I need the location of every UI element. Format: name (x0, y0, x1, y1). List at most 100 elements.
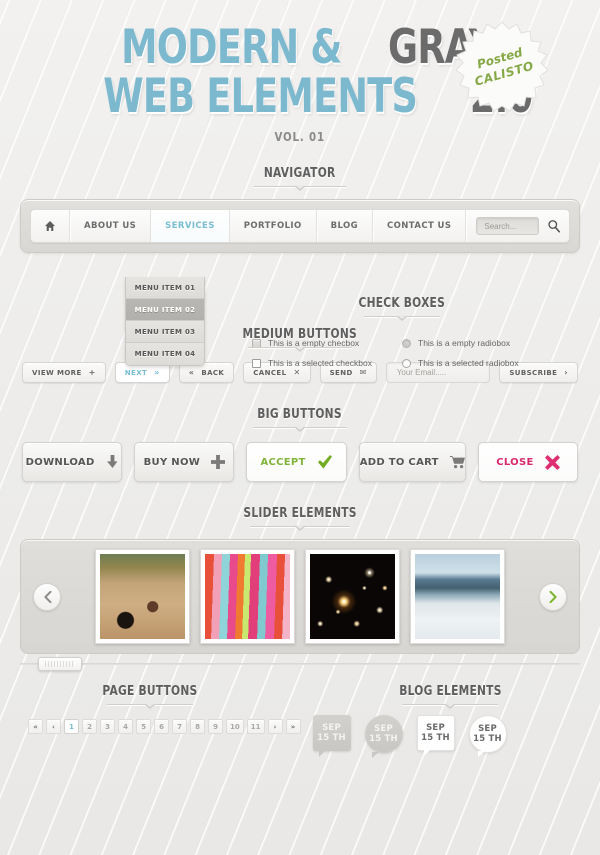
blog-date-square-gray[interactable]: SEP 15 TH (312, 715, 351, 758)
pagination-last[interactable]: » (285, 719, 301, 735)
button-label: BACK (201, 368, 225, 377)
pagination-page-11[interactable]: 11 (246, 719, 265, 735)
pagination-page-1[interactable]: 1 (64, 719, 79, 735)
pagination-page-6[interactable]: 6 (154, 719, 169, 735)
slider-thumb-4[interactable] (410, 549, 505, 645)
section-rule (402, 703, 499, 710)
pagination-page-2[interactable]: 2 (82, 719, 97, 735)
blog-date-circle-white[interactable]: SEP 15 TH (468, 715, 507, 758)
search-input[interactable]: Search... (476, 217, 539, 236)
button-label: BUY NOW (143, 456, 201, 468)
section-notch (294, 346, 306, 353)
nav-item-home[interactable] (31, 210, 70, 243)
view-more-button[interactable]: VIEW MORE + (22, 362, 106, 384)
slider-thumb-1[interactable] (95, 549, 190, 645)
motocross-bike-photo (100, 554, 185, 640)
pagination-page-10[interactable]: 10 (226, 719, 244, 735)
nav-item-portfolio[interactable]: PORTFOLIO (230, 210, 317, 243)
blog-elements-column: BLOG ELEMENTS SEP 15 TH SEP 15 TH SEP 15… (301, 682, 600, 759)
section-notch (444, 703, 457, 710)
checkbox-label: This is a selected checkbox (268, 358, 372, 368)
pagination-page-5[interactable]: 5 (136, 719, 151, 735)
pagination-first[interactable]: « (28, 719, 43, 735)
slider-container (20, 539, 580, 655)
section-rule (364, 315, 440, 321)
dropdown-item-2[interactable]: MENU ITEM 02 (126, 299, 204, 321)
section-header-medium-buttons: MEDIUM BUTTONS (0, 325, 600, 353)
slider-prev-button[interactable] (33, 582, 61, 611)
pagination-page-7[interactable]: 7 (172, 719, 187, 735)
pagination-next[interactable]: › (267, 719, 283, 735)
checkbox-selected-icon[interactable] (252, 358, 261, 368)
blog-month: SEP (322, 723, 341, 734)
cart-icon (449, 455, 465, 469)
blog-date-circle-gray[interactable]: SEP 15 TH (364, 715, 403, 759)
pagination-page-9[interactable]: 9 (208, 719, 223, 735)
checkbox-row-selected-radio[interactable]: This is a selected radiobox (402, 353, 552, 373)
check-icon (317, 455, 333, 470)
section-title-blog-elements: BLOG ELEMENTS (399, 684, 502, 700)
blog-month: SEP (374, 724, 393, 735)
slider-thumb-3[interactable] (305, 549, 400, 645)
chevron-right-icon (549, 590, 557, 603)
blog-day: 15 TH (473, 734, 502, 745)
button-label: NEXT (124, 368, 148, 377)
slider-thumbnails (61, 549, 539, 645)
section-header-page-buttons: PAGE BUTTONS (0, 682, 301, 710)
volume-label: VOL. 01 (274, 130, 326, 145)
radio-selected-icon[interactable] (402, 358, 411, 368)
plus-icon (211, 455, 226, 470)
chevron-double-right-icon: » (154, 368, 160, 378)
section-notch (396, 315, 408, 321)
buy-now-button[interactable]: BUY NOW (134, 442, 235, 483)
checkbox-row-selected-checkbox[interactable]: This is a selected checkbox (252, 353, 402, 373)
nav-item-services[interactable]: SERVICES (151, 210, 230, 243)
nav-item-contact-us[interactable]: CONTACT US (373, 210, 467, 243)
section-title-medium-buttons: MEDIUM BUTTONS (242, 327, 358, 343)
button-label: ADD TO CART (359, 456, 439, 468)
pagination-prev[interactable]: ‹ (46, 719, 61, 735)
section-header-slider: SLIDER ELEMENTS (0, 504, 600, 532)
section-notch (144, 703, 157, 710)
section-notch (294, 185, 306, 192)
accept-button[interactable]: ACCEPT (246, 442, 347, 483)
section-title-slider: SLIDER ELEMENTS (243, 506, 357, 522)
radio-label: This is a selected radiobox (418, 358, 519, 368)
pagination: « ‹ 1 2 3 4 5 6 7 8 9 10 11 › » (28, 719, 301, 735)
page-buttons-column: PAGE BUTTONS « ‹ 1 2 3 4 5 6 7 8 9 10 11… (0, 682, 301, 753)
nav-item-about-us[interactable]: ABOUT US (70, 210, 152, 243)
blog-date-square-white[interactable]: SEP 15 TH (416, 715, 455, 757)
slider-scrollbar[interactable] (20, 657, 580, 672)
button-label: ACCEPT (260, 456, 306, 468)
section-rule (248, 346, 352, 353)
blog-month: SEP (478, 724, 497, 735)
section-rule (253, 426, 347, 433)
section-notch (294, 426, 306, 433)
title-part-web-elements: WEB ELEMENTS (102, 69, 418, 125)
add-to-cart-button[interactable]: ADD TO CART (358, 442, 466, 483)
pagination-page-4[interactable]: 4 (118, 719, 133, 735)
blog-date-badges: SEP 15 TH SEP 15 TH SEP 15 TH SEP 15 TH (312, 715, 600, 759)
services-dropdown-menu: MENU ITEM 01 MENU ITEM 02 MENU ITEM 03 M… (125, 277, 205, 366)
button-label: CLOSE (496, 456, 534, 468)
section-title-navigator: NAVIGATOR (264, 166, 336, 182)
search-icon[interactable] (547, 219, 561, 233)
bottom-area: PAGE BUTTONS « ‹ 1 2 3 4 5 6 7 8 9 10 11… (0, 682, 600, 759)
dropdown-item-1[interactable]: MENU ITEM 01 (126, 277, 204, 299)
search-placeholder: Search... (484, 221, 517, 231)
blog-day: 15 TH (369, 734, 398, 745)
navbar-search-area: Search... (466, 210, 569, 242)
close-button[interactable]: CLOSE (477, 442, 579, 483)
slider-next-button[interactable] (539, 582, 567, 611)
slider-thumb-2[interactable] (200, 549, 295, 645)
button-label: DOWNLOAD (25, 456, 95, 468)
download-button[interactable]: DOWNLOAD (22, 442, 123, 483)
section-notch (294, 525, 306, 532)
pagination-page-8[interactable]: 8 (190, 719, 205, 735)
home-icon (45, 221, 55, 232)
snowy-lake-photo (415, 554, 500, 640)
pagination-page-3[interactable]: 3 (100, 719, 115, 735)
scrollbar-handle[interactable] (38, 657, 82, 672)
colorful-fabrics-photo (205, 554, 290, 640)
nav-item-blog[interactable]: BLOG (317, 210, 374, 243)
